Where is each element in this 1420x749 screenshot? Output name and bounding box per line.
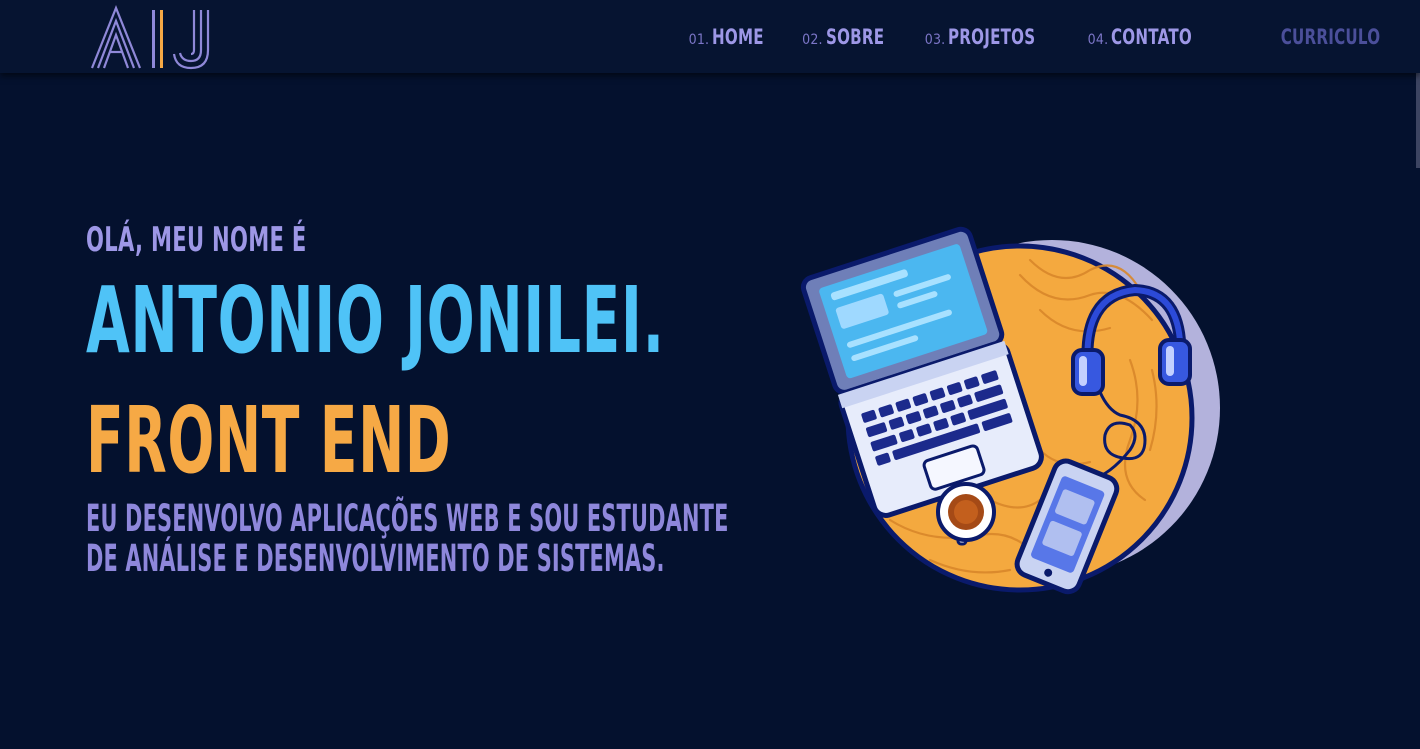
nav-label: PROJETOS <box>948 24 1036 49</box>
resume-link[interactable]: CURRICULO <box>1280 25 1380 49</box>
aj-logo-icon[interactable] <box>90 4 214 70</box>
main-nav: 01. HOME 02. SOBRE 03. PROJETOS 04. CONT… <box>649 0 1380 73</box>
nav-number: 02. <box>802 31 823 48</box>
hero-name: ANTONIO JONILEI. <box>86 267 665 374</box>
nav-number: 04. <box>1087 31 1109 48</box>
nav-item-home[interactable]: 01. HOME <box>688 24 764 49</box>
nav-label: SOBRE <box>825 24 885 49</box>
hero-greeting: OLÁ, MEU NOME É <box>86 220 307 260</box>
nav-item-projetos[interactable]: 03. PROJETOS <box>925 25 1048 49</box>
nav-number: 01. <box>688 31 710 48</box>
nav-label: HOME <box>712 24 764 49</box>
nav-item-contato[interactable]: 04. CONTATO <box>1088 25 1202 49</box>
navbar: 01. HOME 02. SOBRE 03. PROJETOS 04. CONT… <box>0 0 1420 73</box>
hero-description-line-1: EU DESENVOLVO APLICAÇÕES WEB E SOU ESTUD… <box>86 497 729 540</box>
nav-item-sobre[interactable]: 02. SOBRE <box>802 25 885 49</box>
hero-description-line-2: DE ANÁLISE E DESENVOLVIMENTO DE SISTEMAS… <box>86 537 665 580</box>
workspace-illustration-icon <box>800 226 1220 595</box>
portfolio-page: 01. HOME 02. SOBRE 03. PROJETOS 04. CONT… <box>0 0 1420 749</box>
nav-label: CONTATO <box>1111 24 1193 49</box>
hero-role: FRONT END <box>86 387 452 494</box>
nav-number: 03. <box>924 31 946 48</box>
